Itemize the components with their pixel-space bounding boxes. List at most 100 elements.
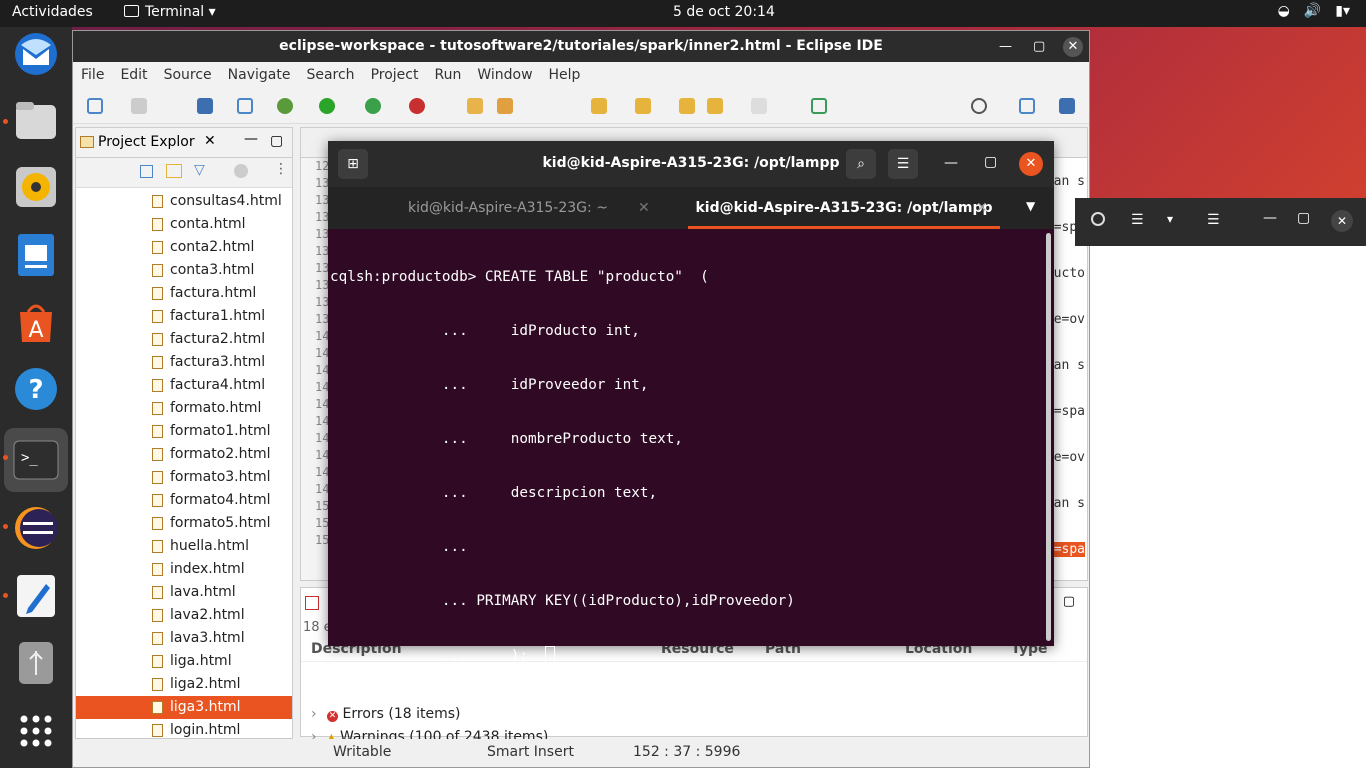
link-icon[interactable] [237, 98, 253, 114]
file-tree-item[interactable]: conta.html [76, 213, 292, 236]
software-center-icon[interactable]: A [12, 298, 60, 346]
rhythmbox-icon[interactable] [12, 163, 60, 211]
tabs-dropdown-icon[interactable]: ▼ [1026, 199, 1035, 213]
hamburger-menu-icon[interactable]: ☰ [888, 149, 918, 179]
file-tree-item[interactable]: formato.html [76, 397, 292, 420]
tab-home[interactable]: kid@kid-Aspire-A315-23G: ~ ✕ [328, 187, 688, 229]
file-tree-item[interactable]: consultas4.html [76, 190, 292, 213]
menu-window[interactable]: Window [477, 67, 532, 83]
system-tray[interactable]: ◒ 🔊 ▮▾ [1278, 3, 1350, 19]
file-tree-item[interactable]: index.html [76, 558, 292, 581]
files-icon[interactable] [12, 97, 60, 145]
project-explorer-header[interactable]: Project Explor ✕ — ▢ [76, 128, 292, 158]
search-icon[interactable] [971, 98, 987, 114]
file-tree-item[interactable]: liga2.html [76, 673, 292, 696]
menu-help[interactable]: Help [549, 67, 581, 83]
minimize-view-icon[interactable]: — [244, 131, 258, 147]
minimize-icon[interactable]: — [999, 31, 1012, 62]
run-icon[interactable] [319, 98, 335, 114]
brush-icon[interactable] [497, 98, 513, 114]
file-tree-item[interactable]: formato2.html [76, 443, 292, 466]
next-annotation-icon[interactable] [591, 98, 607, 114]
file-tree-item[interactable]: formato3.html [76, 466, 292, 489]
libreoffice-writer-icon[interactable] [12, 231, 60, 279]
file-tree-item[interactable]: factura4.html [76, 374, 292, 397]
external-tools-icon[interactable] [409, 98, 425, 114]
file-tree-item[interactable]: formato4.html [76, 489, 292, 512]
coverage-icon[interactable] [365, 98, 381, 114]
tab-lampp[interactable]: kid@kid-Aspire-A315-23G: /opt/lampp ✕ [688, 187, 1000, 229]
terminal-toolbar-icon[interactable] [197, 98, 213, 114]
show-applications-icon[interactable] [12, 707, 60, 755]
list-icon[interactable]: ☰ [1131, 212, 1144, 228]
app-menu[interactable]: Terminal ▾ [124, 4, 216, 20]
view-menu-icon[interactable]: ⋮ [274, 161, 288, 177]
last-edit-icon[interactable] [679, 98, 695, 114]
new-tab-icon[interactable]: ⊞ [338, 149, 368, 179]
menu-source[interactable]: Source [164, 67, 212, 83]
close-view-icon[interactable]: ✕ [204, 133, 216, 149]
link-editor-icon[interactable] [166, 164, 182, 178]
eclipse-icon[interactable] [12, 504, 60, 552]
forward-icon[interactable] [751, 98, 767, 114]
maximize-icon[interactable]: ▢ [1033, 31, 1045, 62]
save-icon[interactable] [131, 98, 147, 114]
terminal-output[interactable]: cqlsh:productodb> CREATE TABLE "producto… [330, 232, 1042, 664]
usb-drive-icon[interactable] [12, 639, 60, 687]
new-icon[interactable] [87, 98, 103, 114]
web-perspective-icon[interactable] [1059, 98, 1075, 114]
debug-icon[interactable] [277, 98, 293, 114]
file-tree-item[interactable]: factura.html [76, 282, 292, 305]
terminal-dock-icon[interactable]: >_ [12, 436, 60, 484]
maximize-icon[interactable]: ▢ [1297, 210, 1310, 226]
file-tree-item[interactable]: formato5.html [76, 512, 292, 535]
back-icon[interactable] [707, 98, 723, 114]
background-terminal-header[interactable]: ☰ ▾ ☰ — ▢ ✕ [1075, 198, 1366, 246]
file-tree-item[interactable]: lava.html [76, 581, 292, 604]
maximize-view-icon[interactable]: ▢ [270, 133, 283, 149]
search-icon[interactable]: ⌕ [846, 149, 876, 179]
thunderbird-icon[interactable] [12, 30, 60, 78]
chevron-down-icon[interactable]: ▾ [1167, 212, 1173, 226]
terminal-titlebar[interactable]: kid@kid-Aspire-A315-23G: /opt/lampp ⊞ ⌕ … [328, 141, 1054, 187]
close-icon[interactable]: ✕ [1019, 152, 1043, 176]
file-tree-item[interactable]: lava3.html [76, 627, 292, 650]
file-tree-item[interactable]: lava2.html [76, 604, 292, 627]
terminal-scrollbar[interactable] [1046, 233, 1051, 641]
close-icon[interactable]: ✕ [1331, 210, 1353, 232]
menu-navigate[interactable]: Navigate [228, 67, 291, 83]
expand-icon[interactable]: › [311, 706, 317, 722]
close-icon[interactable]: ✕ [1063, 37, 1083, 57]
maximize-icon[interactable]: ▢ [984, 154, 997, 170]
menu-edit[interactable]: Edit [120, 67, 147, 83]
prev-annotation-icon[interactable] [635, 98, 651, 114]
minimize-icon[interactable]: — [1263, 210, 1277, 226]
menu-file[interactable]: File [81, 67, 104, 83]
menu-search[interactable]: Search [306, 67, 354, 83]
filter-icon[interactable]: ▽ [194, 162, 205, 178]
file-tree-item[interactable]: conta2.html [76, 236, 292, 259]
file-tree-item[interactable]: liga3.html [76, 696, 292, 719]
activities-button[interactable]: Actividades [12, 4, 93, 20]
file-tree-item[interactable]: factura1.html [76, 305, 292, 328]
open-folder-icon[interactable] [467, 98, 483, 114]
collapse-all-icon[interactable] [140, 165, 153, 178]
menu-project[interactable]: Project [371, 67, 419, 83]
perspective-icon[interactable] [1019, 98, 1035, 114]
file-tree-item[interactable]: factura3.html [76, 351, 292, 374]
text-editor-icon[interactable] [12, 572, 60, 620]
maximize-problems-icon[interactable]: ▢ [1063, 594, 1075, 609]
clock[interactable]: 5 de oct 20:14 [673, 4, 775, 20]
menu-run[interactable]: Run [434, 67, 461, 83]
tab-close-icon[interactable]: ✕ [638, 187, 650, 229]
file-tree-item[interactable]: liga.html [76, 650, 292, 673]
help-icon[interactable]: ? [12, 365, 60, 413]
eclipse-titlebar[interactable]: eclipse-workspace - tutosoftware2/tutori… [73, 31, 1089, 62]
file-tree-item[interactable]: login.html [76, 719, 292, 738]
problems-errors-row[interactable]: › ✕ Errors (18 items) [311, 706, 461, 722]
open-perspective-icon[interactable] [811, 98, 827, 114]
minimize-icon[interactable]: — [944, 155, 958, 171]
search-icon[interactable] [1091, 212, 1105, 226]
menu-icon[interactable]: ☰ [1207, 212, 1220, 228]
file-tree-item[interactable]: conta3.html [76, 259, 292, 282]
